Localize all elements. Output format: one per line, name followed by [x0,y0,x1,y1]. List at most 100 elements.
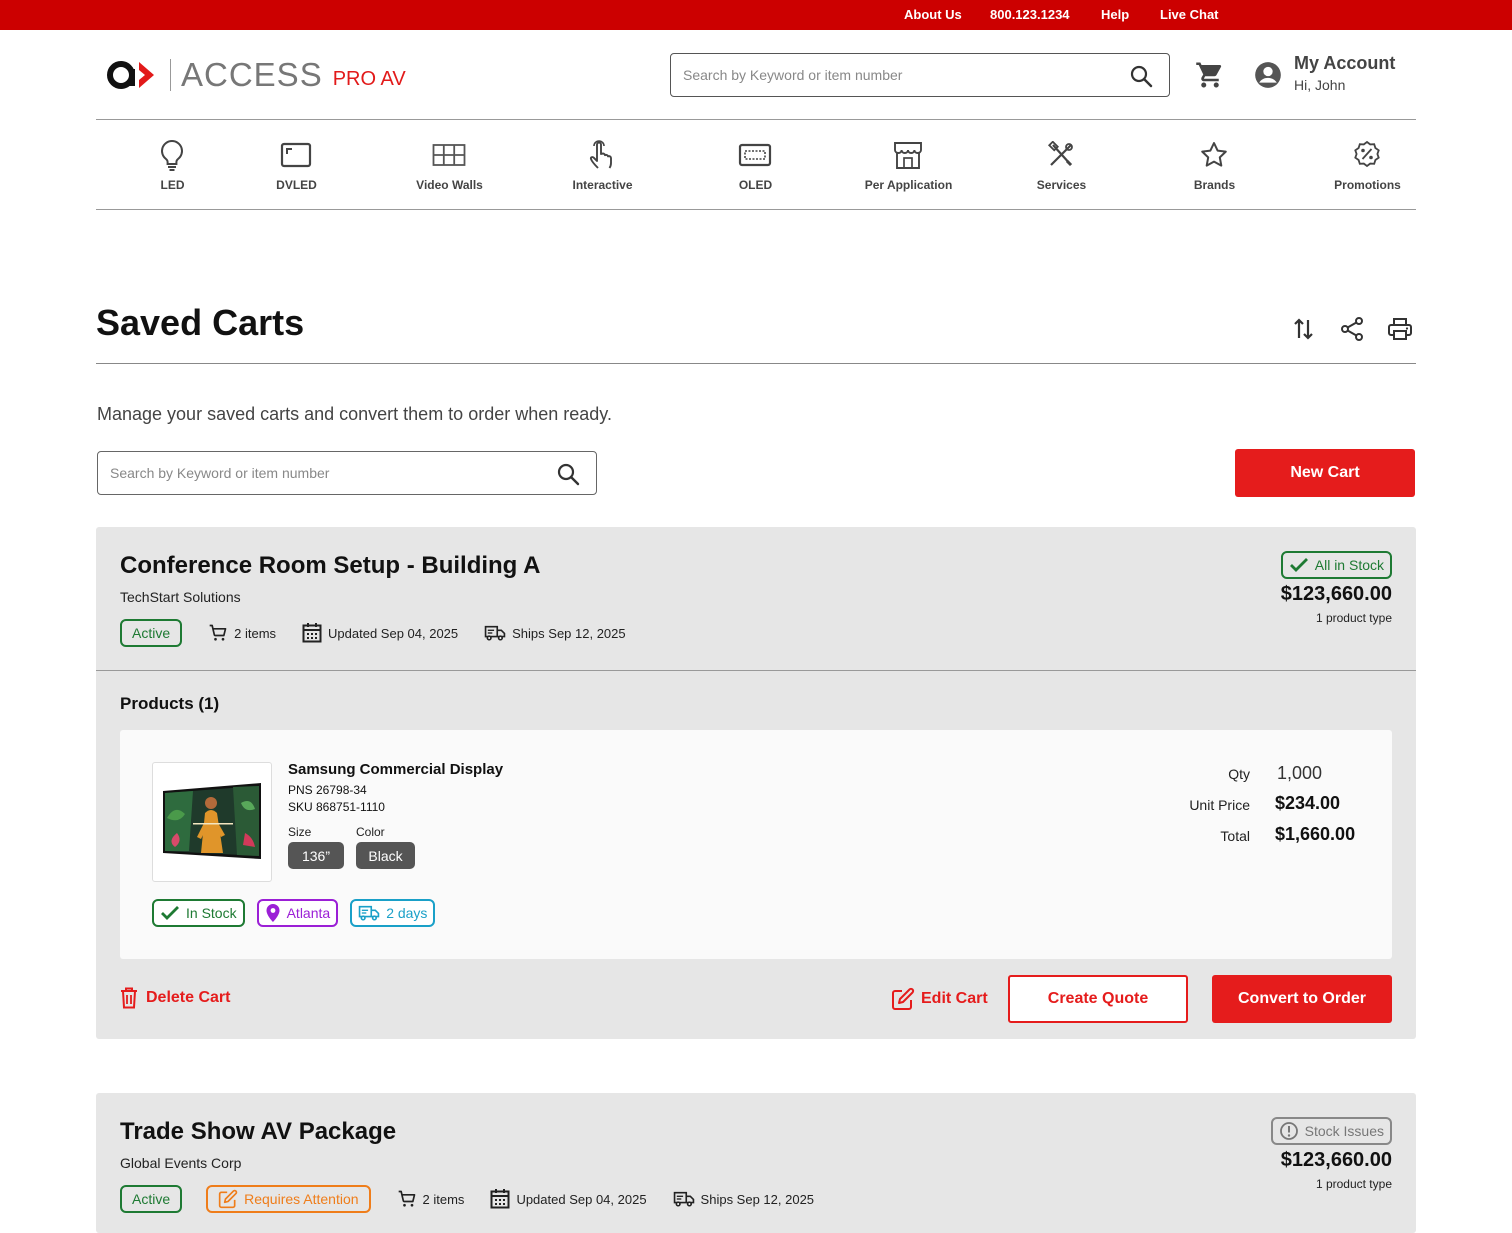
lightbulb-icon [155,138,189,172]
qty-label: Qty [1228,766,1250,782]
nav-item-dvled[interactable]: DVLED [220,120,373,210]
truck-icon [484,625,506,641]
logo-subtitle: PRO AV [332,67,406,90]
help-link[interactable]: Help [1101,7,1129,22]
create-quote-button[interactable]: Create Quote [1008,975,1188,1023]
about-us-link[interactable]: About Us [904,7,962,22]
item-count-text: 2 items [422,1191,465,1207]
nav-item-interactive[interactable]: Interactive [526,120,679,210]
cart-total: $123,660.00 [1280,1149,1392,1171]
account-greeting: Hi, John [1294,77,1346,93]
utility-bar: About Us 800.123.1234 Help Live Chat [0,0,1512,30]
page-title: Saved Carts [96,302,305,343]
nav-item-video-walls[interactable]: Video Walls [373,120,526,210]
nav-item-services[interactable]: Services [985,120,1138,210]
in-stock-chip: In Stock [152,899,245,927]
updated-date: Updated Sep 04, 2025 [490,1188,647,1210]
ship-date: Ships Sep 12, 2025 [673,1190,814,1208]
dvled-display-icon [279,138,313,172]
sort-icon[interactable] [1292,316,1316,342]
delete-cart-button[interactable]: Delete Cart [120,987,230,1009]
account-avatar-icon[interactable] [1254,61,1282,89]
nav-label: Video Walls [416,178,483,192]
item-count: 2 items [397,1189,465,1209]
stock-status-badge: All in Stock [1280,551,1392,579]
card-divider [96,670,1416,671]
nav-item-oled[interactable]: OLED [679,120,832,210]
cart-search[interactable] [97,451,597,495]
nav-item-per-application[interactable]: Per Application [832,120,985,210]
nav-label: DVLED [276,178,317,192]
edit-cart-button[interactable]: Edit Cart [891,987,988,1011]
product-line-item: Samsung Commercial Display PNS 26798-34 … [120,730,1392,959]
cart-icon [398,1190,415,1207]
header-search[interactable] [670,53,1170,97]
size-value: 136” [288,842,344,869]
logo-divider [170,59,171,91]
my-account-link[interactable]: My Account [1294,53,1395,74]
storefront-icon [891,138,925,172]
updated-date: Updated Sep 04, 2025 [302,622,458,644]
grid-icon [432,138,466,172]
size-label: Size [288,825,312,839]
nav-label: OLED [738,178,773,192]
nav-item-promotions[interactable]: Promotions [1291,120,1444,210]
convert-to-order-button[interactable]: Convert to Order [1212,975,1392,1023]
stock-status-badge: Stock Issues [1270,1117,1392,1145]
delete-cart-label: Delete Cart [146,989,231,1006]
phone-link[interactable]: 800.123.1234 [990,7,1070,22]
site-logo[interactable]: ACCESS PRO AV [106,56,406,93]
status-badge: Active [120,619,183,647]
cart-meta: Active 2 items Updated Sep 04, 2025 Ship… [120,619,626,647]
header-search-input[interactable] [683,64,1103,86]
cart-name[interactable]: Conference Room Setup - Building A [120,552,540,580]
share-icon[interactable] [1340,316,1364,342]
product-thumbnail[interactable] [152,762,272,882]
updated-date-text: Updated Sep 04, 2025 [328,625,459,641]
location-pin-icon [266,904,280,922]
product-name[interactable]: Samsung Commercial Display [288,761,503,778]
cart-company: TechStart Solutions [120,589,241,605]
color-label: Color [356,825,385,839]
ship-date-text: Ships Sep 12, 2025 [512,625,626,641]
ship-date-text: Ships Sep 12, 2025 [700,1191,815,1207]
cart-name[interactable]: Trade Show AV Package [120,1118,396,1146]
cart-search-input[interactable] [110,462,530,484]
line-total-value: $1,660.00 [1275,824,1356,844]
cart-icon [209,624,227,641]
access-logo-icon [107,61,154,89]
edit-icon [892,987,915,1010]
saved-cart-card: Conference Room Setup - Building A TechS… [96,527,1416,1039]
touch-hand-icon [585,138,619,172]
truck-icon [358,905,380,921]
star-icon [1197,138,1231,172]
shopping-cart-icon[interactable] [1195,60,1225,90]
new-cart-button[interactable]: New Cart [1235,449,1415,497]
nav-item-brands[interactable]: Brands [1138,120,1291,210]
search-icon[interactable] [556,462,580,486]
print-icon[interactable] [1387,316,1413,342]
nav-label: Per Application [864,178,953,192]
checkmark-icon [1289,558,1308,572]
location-chip: Atlanta [256,899,339,927]
availability-chips: In Stock Atlanta 2 days [152,899,447,927]
search-icon[interactable] [1129,64,1153,88]
edit-cart-label: Edit Cart [921,990,988,1007]
cart-company: Global Events Corp [120,1155,242,1171]
in-stock-text: In Stock [186,905,237,921]
unit-price-label: Unit Price [1189,797,1250,813]
requires-attention-text: Requires Attention [244,1191,359,1207]
qty-value[interactable]: 1,000 [1277,763,1322,784]
saved-cart-card: Trade Show AV Package Global Events Corp… [96,1093,1416,1233]
ship-date: Ships Sep 12, 2025 [484,624,626,642]
checkmark-icon [161,906,179,920]
shipping-time-text: 2 days [386,905,428,921]
product-type-count: 1 product type [1315,611,1392,625]
status-badge: Active [120,1185,183,1213]
page-intro: Manage your saved carts and convert them… [97,404,612,424]
calendar-icon [490,1189,510,1209]
location-text: Atlanta [286,905,331,921]
product-type-count: 1 product type [1315,1177,1392,1191]
live-chat-link[interactable]: Live Chat [1160,7,1219,22]
nav-label: Interactive [572,178,633,192]
